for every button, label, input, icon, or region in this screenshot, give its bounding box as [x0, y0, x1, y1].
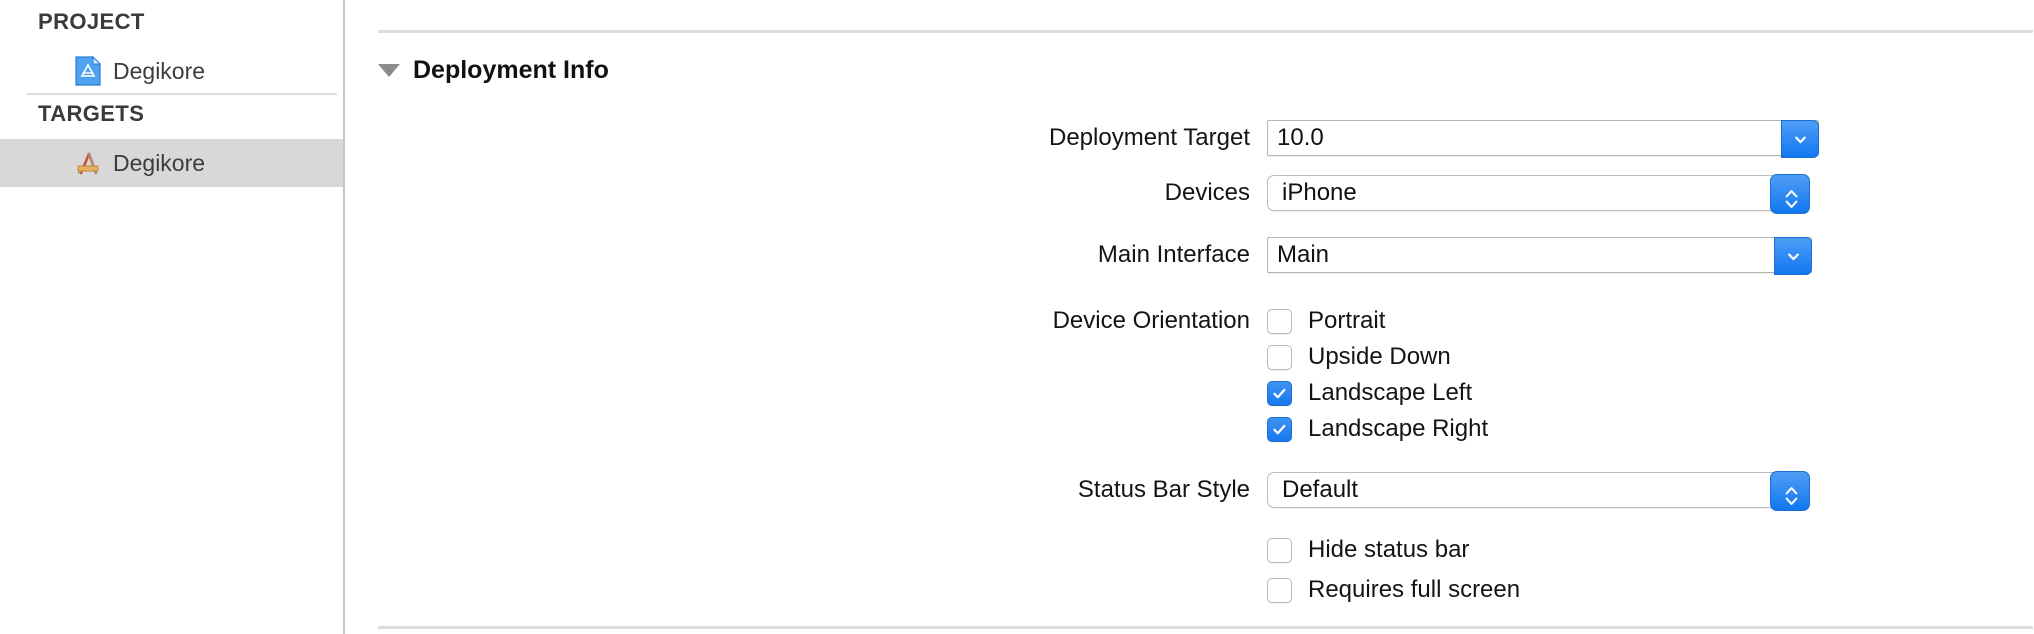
checkbox-label: Landscape Left: [1308, 379, 1473, 406]
status-bar-style-label-wrap: Status Bar Style: [850, 476, 1250, 506]
triangle-down-icon[interactable]: [378, 63, 400, 77]
devices-label-wrap: Devices: [850, 179, 1250, 209]
checkbox-hide-status-bar[interactable]: [1267, 537, 1292, 563]
sidebar-divider: [27, 93, 337, 95]
devices-label: Devices: [1164, 179, 1250, 206]
checkbox-upside-down[interactable]: [1267, 344, 1292, 370]
status-bar-style-value: Default: [1282, 476, 1359, 503]
checkbox-label: Upside Down: [1308, 343, 1451, 370]
sidebar-item-target-degikore[interactable]: Degikore: [0, 139, 344, 187]
checkbox-row-requires-full-screen[interactable]: Requires full screen: [1267, 575, 1520, 605]
section-rule-bottom: [378, 626, 2033, 629]
deployment-info-pane: Deployment Info Deployment Target 10.0 D…: [345, 0, 2034, 634]
main-interface-label: Main Interface: [1097, 241, 1250, 268]
main-interface-combo-box[interactable]: Main: [1267, 237, 1812, 275]
checkbox-landscape-right[interactable]: [1267, 416, 1292, 442]
checkbox-portrait[interactable]: [1267, 308, 1292, 334]
sidebar-item-label: Degikore: [113, 57, 206, 84]
deployment-target-label-wrap: Deployment Target: [850, 124, 1250, 154]
status-bar-style-popup-button[interactable]: Default: [1267, 471, 1810, 511]
checkbox-row-upside-down[interactable]: Upside Down: [1267, 342, 1451, 372]
checkbox-label: Landscape Right: [1308, 415, 1489, 442]
project-navigator-sidebar: PROJECT Degikore TARGETS Degikore: [0, 0, 344, 634]
device-orientation-label-wrap: Device Orientation: [850, 307, 1250, 337]
checkbox-row-hide-status-bar[interactable]: Hide status bar: [1267, 535, 1469, 565]
devices-value: iPhone: [1282, 179, 1357, 206]
checkbox-row-landscape-left[interactable]: Landscape Left: [1267, 378, 1472, 408]
checkbox-label: Portrait: [1308, 307, 1386, 334]
deployment-target-combo-box[interactable]: 10.0: [1267, 120, 1819, 158]
chevron-down-icon[interactable]: [1781, 120, 1819, 158]
checkbox-landscape-left[interactable]: [1267, 380, 1292, 406]
sidebar-group-header-targets: TARGETS: [38, 101, 145, 126]
main-interface-value: Main: [1277, 241, 1330, 268]
chevron-down-icon[interactable]: [1774, 237, 1812, 275]
checkbox-label: Requires full screen: [1308, 576, 1521, 603]
sidebar-group-header-project: PROJECT: [38, 9, 145, 34]
deployment-target-label: Deployment Target: [1049, 124, 1250, 151]
checkbox-label: Hide status bar: [1308, 536, 1470, 563]
checkbox-row-landscape-right[interactable]: Landscape Right: [1267, 414, 1488, 444]
xcode-target-editor: PROJECT Degikore TARGETS Degikore Deploy…: [0, 0, 2034, 634]
xcode-target-app-icon: [75, 148, 101, 178]
main-interface-label-wrap: Main Interface: [850, 241, 1250, 271]
status-bar-style-label: Status Bar Style: [1077, 476, 1250, 503]
checkbox-requires-full-screen[interactable]: [1267, 577, 1292, 603]
devices-popup-button[interactable]: iPhone: [1267, 174, 1810, 214]
deployment-info-header[interactable]: Deployment Info: [378, 55, 609, 85]
section-rule-top: [378, 30, 2033, 33]
chevron-up-down-icon[interactable]: [1770, 471, 1810, 511]
device-orientation-label: Device Orientation: [1052, 307, 1250, 334]
sidebar-item-label: Degikore: [113, 149, 206, 176]
sidebar-item-project-degikore[interactable]: Degikore: [0, 47, 344, 95]
section-title: Deployment Info: [413, 55, 609, 84]
xcode-project-document-icon: [75, 55, 102, 86]
deployment-target-value: 10.0: [1277, 124, 1324, 151]
checkbox-row-portrait[interactable]: Portrait: [1267, 306, 1385, 336]
chevron-up-down-icon[interactable]: [1770, 174, 1810, 214]
